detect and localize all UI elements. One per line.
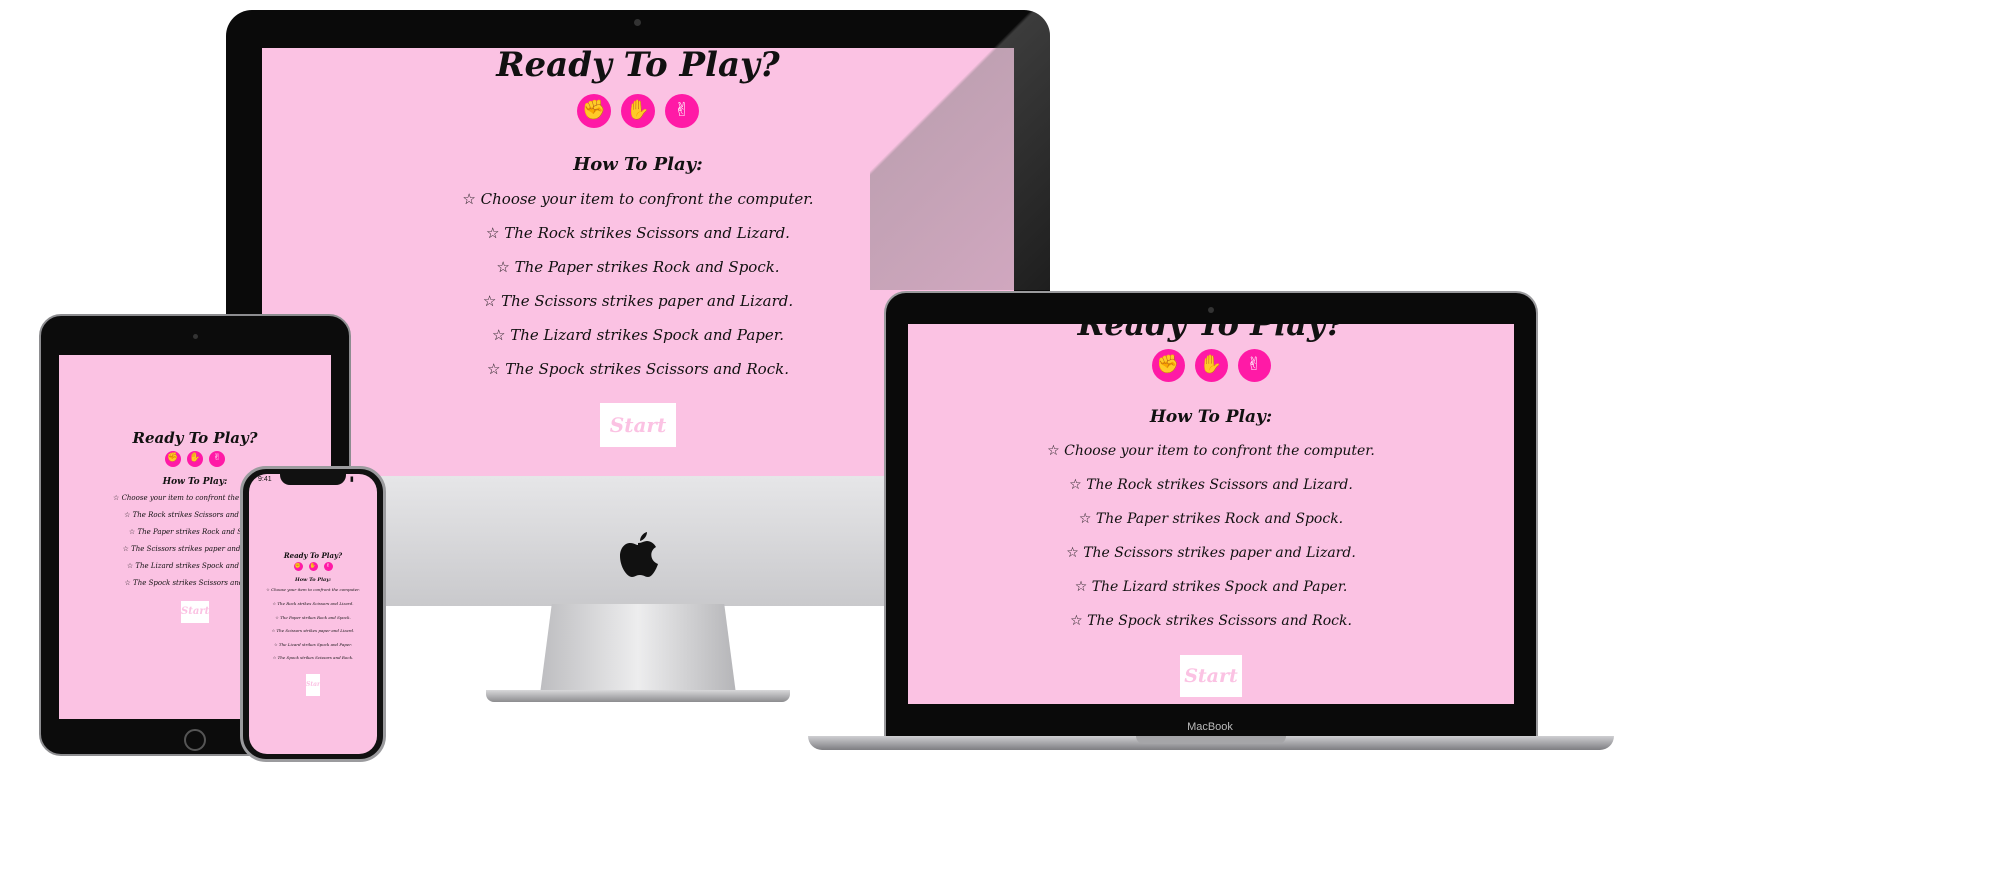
- star-icon: ☆: [1078, 510, 1092, 527]
- start-button[interactable]: Start: [181, 600, 209, 623]
- star-icon: ☆: [275, 614, 279, 620]
- choice-icons: ✊ ✋ ✌: [908, 348, 1514, 382]
- star-icon: ☆: [487, 359, 501, 378]
- iphone-screen: Ready To Play? ✊ ✋ ✌ How To Play: ☆ Choo…: [249, 474, 377, 754]
- laptop-brand-label: MacBook: [1187, 721, 1233, 733]
- scissors-icon[interactable]: ✌: [323, 562, 333, 572]
- macbook-notch: [1136, 736, 1286, 744]
- star-icon: ☆: [491, 325, 506, 344]
- rule-text: The Scissors strikes paper and Lizard.: [501, 291, 794, 310]
- star-icon: ☆: [1070, 612, 1083, 629]
- rule-item: ☆ Choose your item to confront the compu…: [908, 439, 1514, 473]
- star-icon: ☆: [113, 493, 120, 502]
- rule-text: The Rock strikes Scissors and Lizard.: [1086, 476, 1353, 493]
- rock-icon[interactable]: ✊: [293, 562, 303, 572]
- paper-icon[interactable]: ✋: [308, 562, 318, 572]
- how-to-heading: How To Play:: [1149, 406, 1273, 427]
- rule-text: The Lizard strikes Spock and Paper.: [1091, 578, 1348, 595]
- rule-item: ☆ The Lizard strikes Spock and Paper.: [908, 575, 1514, 609]
- star-icon: ☆: [124, 510, 131, 519]
- rule-text: The Lizard strikes Spock and Paper.: [278, 641, 352, 647]
- rule-text: The Scissors strikes paper and Lizard.: [1083, 544, 1356, 561]
- rule-item: ☆ The Rock strikes Scissors and Lizard.: [908, 473, 1514, 507]
- rule-item: ☆ The Spock strikes Scissors and Rock.: [908, 609, 1514, 643]
- scissors-icon[interactable]: ✌: [665, 93, 699, 128]
- start-button[interactable]: Start: [306, 673, 323, 696]
- star-icon: ☆: [1066, 544, 1079, 561]
- page-title: Ready To Play?: [132, 429, 258, 447]
- choice-icons: ✊ ✋ ✌: [59, 450, 331, 467]
- star-icon: ☆: [266, 587, 270, 593]
- scissors-icon[interactable]: ✌: [1237, 348, 1271, 382]
- star-icon: ☆: [274, 641, 278, 647]
- rule-text: The Spock strikes Scissors and Rock.: [505, 359, 789, 378]
- choice-icons: ✊ ✋ ✌: [249, 562, 377, 572]
- page-title: Ready To Play?: [1077, 324, 1345, 343]
- rule-item: ☆ The Scissors strikes paper and Lizard.: [249, 627, 377, 641]
- page-title: Ready To Play?: [283, 551, 343, 560]
- app-view: Ready To Play? ✊ ✋ ✌ How To Play: ☆ Choo…: [249, 552, 377, 696]
- rule-text: The Rock strikes Scissors and Lizard.: [504, 223, 790, 242]
- rule-text: Choose your item to confront the compute…: [480, 189, 814, 208]
- star-icon: ☆: [462, 189, 476, 208]
- star-icon: ☆: [126, 561, 134, 570]
- star-icon: ☆: [1074, 578, 1088, 595]
- start-button[interactable]: Start: [1180, 654, 1242, 697]
- star-icon: ☆: [122, 544, 129, 553]
- rock-icon[interactable]: ✊: [165, 450, 181, 467]
- rules-list: ☆ Choose your item to confront the compu…: [908, 439, 1514, 643]
- star-icon: ☆: [124, 578, 131, 587]
- status-time: 9:41: [258, 476, 272, 483]
- rule-text: The Paper strikes Rock and Spock.: [1095, 510, 1344, 527]
- how-to-heading: How To Play:: [295, 577, 331, 584]
- rule-text: The Rock strikes Scissors and Lizard.: [277, 600, 354, 606]
- rule-item: ☆ Choose your item to confront the compu…: [249, 586, 377, 600]
- star-icon: ☆: [128, 527, 136, 536]
- apple-logo-icon: [620, 532, 658, 577]
- camera-icon: [193, 334, 198, 339]
- rule-text: Choose your item to confront the compute…: [271, 587, 360, 593]
- screen-glare: [870, 10, 1050, 290]
- rule-item: ☆ The Scissors strikes paper and Lizard.: [908, 541, 1514, 575]
- star-icon: ☆: [482, 291, 497, 310]
- rule-item: ☆ The Paper strikes Rock and Spock.: [249, 614, 377, 628]
- rule-text: Choose your item to confront the compute…: [1064, 442, 1375, 459]
- star-icon: ☆: [496, 257, 510, 276]
- macbook-screen: Ready To Play? ✊ ✋ ✌ How To Play: ☆ Choo…: [908, 324, 1514, 704]
- rule-text: The Spock strikes Scissors and Rock.: [277, 655, 354, 661]
- rule-item: ☆ The Paper strikes Rock and Spock.: [908, 507, 1514, 541]
- rule-text: The Spock strikes Scissors and Rock.: [1087, 612, 1352, 629]
- star-icon: ☆: [271, 628, 276, 634]
- paper-icon[interactable]: ✋: [621, 93, 655, 128]
- rule-text: The Scissors strikes paper and Lizard.: [276, 628, 355, 634]
- rules-list: ☆ Choose your item to confront the compu…: [249, 586, 377, 668]
- imac-stand: [540, 604, 736, 694]
- star-icon: ☆: [1069, 476, 1082, 493]
- home-button[interactable]: [184, 729, 206, 751]
- rule-item: ☆ The Lizard strikes Spock and Paper.: [249, 641, 377, 655]
- rock-icon[interactable]: ✊: [577, 93, 611, 128]
- rule-item: ☆ The Rock strikes Scissors and Lizard.: [249, 600, 377, 614]
- iphone-notch: [280, 471, 346, 485]
- star-icon: ☆: [272, 655, 277, 661]
- camera-icon: [1208, 307, 1214, 313]
- rule-item: ☆ The Spock strikes Scissors and Rock.: [249, 654, 377, 668]
- rock-icon[interactable]: ✊: [1151, 348, 1185, 382]
- rule-text: The Lizard strikes Spock and Paper.: [510, 325, 785, 344]
- star-icon: ☆: [1047, 442, 1060, 459]
- scissors-icon[interactable]: ✌: [209, 450, 225, 467]
- imac-foot: [486, 690, 790, 702]
- paper-icon[interactable]: ✋: [1194, 348, 1228, 382]
- battery-icon: ▮: [350, 475, 354, 483]
- rule-text: The Paper strikes Rock and Spock.: [514, 257, 780, 276]
- paper-icon[interactable]: ✋: [187, 450, 203, 467]
- app-view: Ready To Play? ✊ ✋ ✌ How To Play: ☆ Choo…: [908, 324, 1514, 697]
- rule-text: The Paper strikes Rock and Spock.: [280, 614, 351, 620]
- camera-icon: [634, 19, 641, 26]
- star-icon: ☆: [486, 223, 500, 242]
- start-button[interactable]: Start: [600, 402, 676, 447]
- star-icon: ☆: [272, 600, 277, 606]
